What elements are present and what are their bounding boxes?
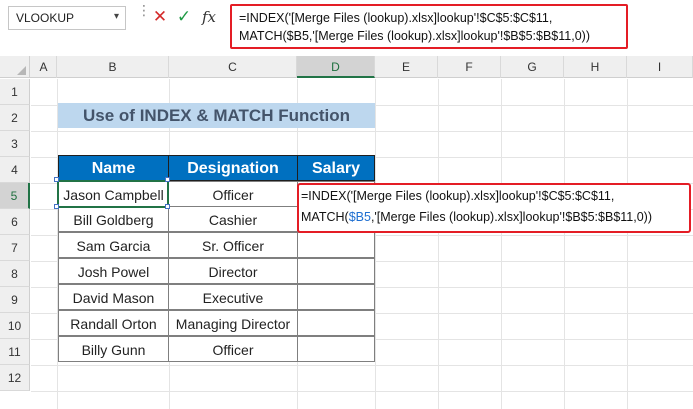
select-all-triangle-icon bbox=[17, 66, 26, 75]
sheet-title: Use of INDEX & MATCH Function bbox=[58, 103, 375, 128]
cell-formula-line-1: =INDEX('[Merge Files (lookup).xlsx]looku… bbox=[301, 189, 615, 203]
table-cell-designation[interactable]: Sr. Officer bbox=[168, 232, 298, 258]
table-cell-name[interactable]: Sam Garcia bbox=[58, 232, 169, 258]
selection-handle[interactable] bbox=[54, 204, 59, 209]
table-cell-designation[interactable]: Cashier bbox=[168, 206, 298, 232]
table-header-salary: Salary bbox=[297, 155, 375, 181]
row-header-6[interactable]: 6 bbox=[0, 209, 30, 235]
gridline bbox=[627, 79, 628, 409]
cell-formula-line-2-prefix: MATCH( bbox=[301, 210, 349, 224]
table-cell-designation[interactable]: Officer bbox=[168, 336, 298, 362]
chevron-down-icon[interactable]: ▾ bbox=[114, 11, 119, 22]
gridline bbox=[501, 79, 502, 409]
gridline bbox=[375, 79, 376, 409]
gridline bbox=[438, 79, 439, 409]
row-header-4[interactable]: 4 bbox=[0, 157, 30, 183]
row-header-7[interactable]: 7 bbox=[0, 235, 30, 261]
cell-reference-b5: $B5 bbox=[348, 210, 371, 224]
table-cell-name[interactable]: Bill Goldberg bbox=[58, 206, 169, 232]
column-header-i[interactable]: I bbox=[627, 56, 693, 78]
gridline bbox=[564, 79, 565, 409]
formula-line-2: MATCH($B5,'[Merge Files (lookup).xlsx]lo… bbox=[239, 29, 590, 43]
formula-line-1: =INDEX('[Merge Files (lookup).xlsx]looku… bbox=[239, 11, 553, 25]
gridline bbox=[31, 365, 693, 366]
row-header-9[interactable]: 9 bbox=[0, 287, 30, 313]
row-header-10[interactable]: 10 bbox=[0, 313, 30, 339]
table-cell-name[interactable]: Randall Orton bbox=[58, 310, 169, 336]
table-cell-designation[interactable]: Director bbox=[168, 258, 298, 284]
column-header-b[interactable]: B bbox=[57, 56, 169, 78]
row-header-8[interactable]: 8 bbox=[0, 261, 30, 287]
row-header-5[interactable]: 5 bbox=[0, 183, 30, 209]
table-cell-name[interactable]: Billy Gunn bbox=[58, 336, 169, 362]
column-header-c[interactable]: C bbox=[169, 56, 297, 78]
table-cell-salary[interactable] bbox=[297, 284, 375, 310]
column-header-g[interactable]: G bbox=[501, 56, 564, 78]
gridline bbox=[31, 131, 693, 132]
row-header-12[interactable]: 12 bbox=[0, 365, 30, 391]
insert-function-icon[interactable]: fx bbox=[198, 6, 220, 28]
formula-input[interactable]: =INDEX('[Merge Files (lookup).xlsx]looku… bbox=[230, 4, 628, 49]
table-cell-designation[interactable]: Executive bbox=[168, 284, 298, 310]
selection-handle[interactable] bbox=[165, 204, 170, 209]
row-header-2[interactable]: 2 bbox=[0, 105, 30, 131]
table-cell-salary[interactable] bbox=[297, 232, 375, 258]
more-options-icon[interactable]: ⋮ bbox=[137, 3, 151, 17]
column-header-h[interactable]: H bbox=[564, 56, 627, 78]
cell-formula-line-2-suffix: ,'[Merge Files (lookup).xlsx]lookup'!$B$… bbox=[370, 210, 652, 224]
column-header-e[interactable]: E bbox=[375, 56, 438, 78]
cell-formula-editor[interactable]: =INDEX('[Merge Files (lookup).xlsx]looku… bbox=[297, 183, 691, 233]
row-header-1[interactable]: 1 bbox=[0, 79, 30, 105]
row-header-3[interactable]: 3 bbox=[0, 131, 30, 157]
table-cell-name[interactable]: David Mason bbox=[58, 284, 169, 310]
column-header-f[interactable]: F bbox=[438, 56, 501, 78]
table-cell-salary[interactable] bbox=[297, 310, 375, 336]
table-cell-designation[interactable]: Officer bbox=[168, 181, 298, 207]
check-icon[interactable]: ✓ bbox=[173, 6, 195, 28]
table-cell-designation[interactable]: Managing Director bbox=[168, 310, 298, 336]
name-box-value: VLOOKUP bbox=[16, 11, 75, 25]
column-header-d[interactable]: D bbox=[297, 56, 375, 78]
column-header-a[interactable]: A bbox=[31, 56, 57, 78]
selected-cell-outline bbox=[57, 180, 169, 208]
table-header-name: Name bbox=[58, 155, 169, 181]
table-cell-salary[interactable] bbox=[297, 258, 375, 284]
gridline bbox=[31, 391, 693, 392]
name-box[interactable]: VLOOKUP ▾ bbox=[8, 6, 126, 30]
selection-handle[interactable] bbox=[54, 177, 59, 182]
table-cell-name[interactable]: Josh Powel bbox=[58, 258, 169, 284]
table-header-designation: Designation bbox=[168, 155, 298, 181]
cancel-icon[interactable]: ✕ bbox=[149, 6, 171, 28]
selection-handle[interactable] bbox=[165, 177, 170, 182]
table-cell-salary[interactable] bbox=[297, 336, 375, 362]
row-header-11[interactable]: 11 bbox=[0, 339, 30, 365]
